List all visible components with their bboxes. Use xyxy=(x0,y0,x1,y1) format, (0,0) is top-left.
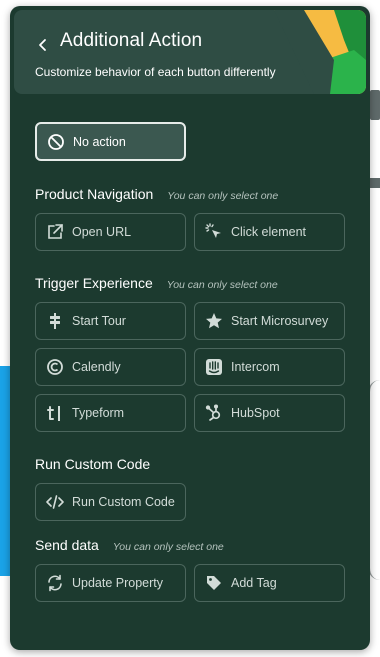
back-button[interactable] xyxy=(32,34,54,56)
page-title: Additional Action xyxy=(60,30,203,51)
add-tag-button[interactable]: Add Tag xyxy=(194,564,345,602)
refresh-icon xyxy=(46,574,64,592)
typeform-icon xyxy=(46,404,64,422)
section-title: Run Custom Code xyxy=(35,456,151,472)
signpost-icon xyxy=(46,312,64,330)
section-run-custom-code: Run Custom Code xyxy=(35,456,150,472)
section-hint: You can only select one xyxy=(166,279,278,291)
intercom-label: Intercom xyxy=(231,360,280,374)
typeform-label: Typeform xyxy=(72,406,125,420)
open-url-button[interactable]: Open URL xyxy=(35,213,186,251)
cursor-click-icon xyxy=(205,223,223,241)
hubspot-label: HubSpot xyxy=(231,406,280,420)
external-link-icon xyxy=(46,223,64,241)
start-microsurvey-button[interactable]: Start Microsurvey xyxy=(194,302,345,340)
section-send-data: Send data You can only select one xyxy=(35,537,224,553)
section-hint: You can only select one xyxy=(112,541,224,553)
update-property-button[interactable]: Update Property xyxy=(35,564,186,602)
additional-action-panel: Additional Action Customize behavior of … xyxy=(10,6,370,650)
hubspot-icon xyxy=(205,404,223,422)
click-element-label: Click element xyxy=(231,225,307,239)
section-hint: You can only select one xyxy=(167,190,279,202)
run-custom-code-button[interactable]: Run Custom Code xyxy=(35,483,186,521)
calendly-label: Calendly xyxy=(72,360,121,374)
ban-icon xyxy=(47,133,65,151)
add-tag-label: Add Tag xyxy=(231,576,277,590)
intercom-icon xyxy=(205,358,223,376)
intercom-button[interactable]: Intercom xyxy=(194,348,345,386)
code-icon xyxy=(46,493,64,511)
calendly-button[interactable]: Calendly xyxy=(35,348,186,386)
page-subtitle: Customize behavior of each button differ… xyxy=(35,65,276,79)
section-title: Send data xyxy=(35,537,99,553)
section-title: Product Navigation xyxy=(35,186,154,202)
section-product-navigation: Product Navigation You can only select o… xyxy=(35,186,278,202)
no-action-button[interactable]: No action xyxy=(35,122,186,161)
section-title: Trigger Experience xyxy=(35,275,153,291)
start-tour-button[interactable]: Start Tour xyxy=(35,302,186,340)
no-action-label: No action xyxy=(73,134,126,149)
run-custom-code-label: Run Custom Code xyxy=(72,495,175,509)
click-element-button[interactable]: Click element xyxy=(194,213,345,251)
star-icon xyxy=(205,312,223,330)
header-decoration xyxy=(274,10,366,94)
start-tour-label: Start Tour xyxy=(72,314,126,328)
background-accent-bar xyxy=(0,366,10,576)
chevron-left-icon xyxy=(39,39,46,51)
background-scroll-hint xyxy=(370,90,380,120)
section-trigger-experience: Trigger Experience You can only select o… xyxy=(35,275,278,291)
tag-icon xyxy=(205,574,223,592)
calendly-icon xyxy=(46,358,64,376)
typeform-button[interactable]: Typeform xyxy=(35,394,186,432)
start-microsurvey-label: Start Microsurvey xyxy=(231,314,329,328)
open-url-label: Open URL xyxy=(72,225,132,239)
background-scroll-hint-2 xyxy=(370,178,380,188)
update-property-label: Update Property xyxy=(72,576,164,590)
panel-header: Additional Action Customize behavior of … xyxy=(14,10,366,94)
hubspot-button[interactable]: HubSpot xyxy=(194,394,345,432)
